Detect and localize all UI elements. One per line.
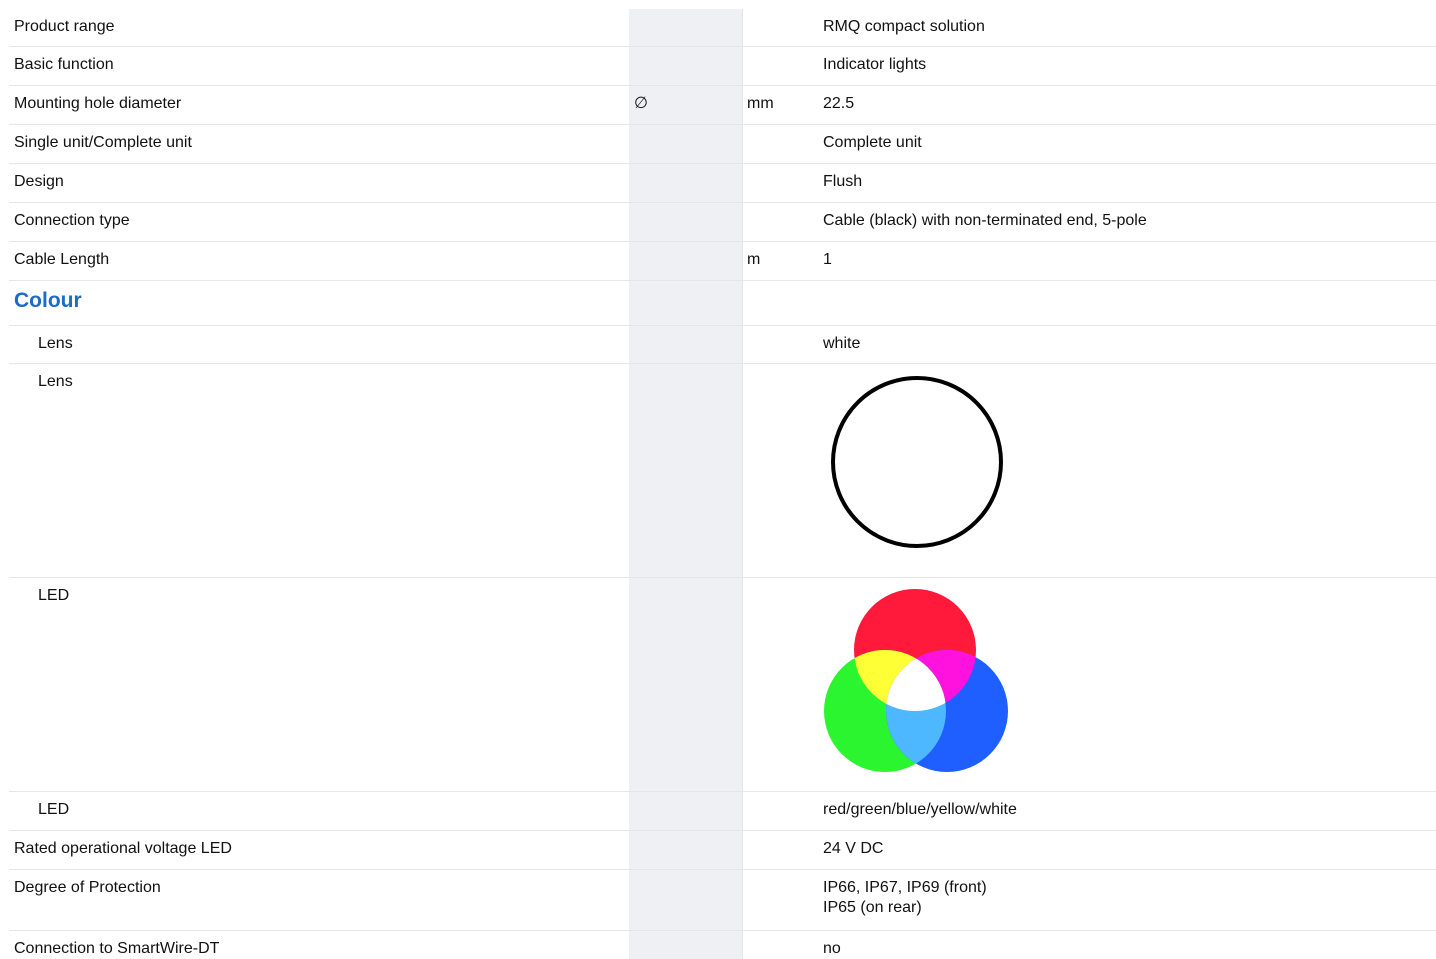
row-value: Complete unit [823,134,922,151]
row-unit: m [747,251,761,268]
row-label: Single unit/Complete unit [14,134,192,151]
table-row: Lens white [9,326,1436,364]
rgb-venn-icon [824,589,1008,772]
table-row: Connection type Cable (black) with non-t… [9,203,1436,242]
colour-heading: Colour [14,289,82,312]
row-unit: mm [747,95,774,112]
row-value: 22.5 [823,95,855,112]
white-circle-icon [831,376,1003,548]
row-label: Cable Length [14,251,110,268]
row-value: RMQ compact solution [823,18,985,35]
table-row: Degree of Protection IP66, IP67, IP69 (f… [9,870,1436,931]
row-value: white [823,335,861,352]
row-value: no [823,940,841,957]
product-datasheet: Product range RMQ compact solution Basic… [0,0,1436,959]
table-row: Cable Length m 1 [9,242,1436,281]
row-value: Indicator lights [823,56,927,73]
row-label: Connection to SmartWire-DT [14,940,220,957]
row-label: Rated operational voltage LED [14,840,232,857]
row-label: Mounting hole diameter [14,95,182,112]
row-label: Degree of Protection [14,879,161,896]
row-value: Cable (black) with non-terminated end, 5… [823,212,1147,229]
row-label: Lens [38,373,73,390]
value-line: IP66, IP67, IP69 (front) [823,879,987,896]
row-label: Lens [38,335,73,352]
table-row: Single unit/Complete unit Complete unit [9,125,1436,164]
section-heading-row: Colour [9,281,1436,326]
row-label: Connection type [14,212,130,229]
table-row: Product range RMQ compact solution [9,9,1436,47]
spec-table: Product range RMQ compact solution Basic… [9,9,1436,959]
row-value: IP66, IP67, IP69 (front) IP65 (on rear) [823,878,987,918]
row-label: LED [38,587,70,604]
row-label: Design [14,173,64,190]
table-row: Rated operational voltage LED 24 V DC [9,831,1436,870]
table-row: Mounting hole diameter ∅ mm 22.5 [9,86,1436,125]
table-row: LED [9,578,1436,792]
row-value: red/green/blue/yellow/white [823,801,1017,818]
table-row: Basic function Indicator lights [9,47,1436,86]
table-row: LED red/green/blue/yellow/white [9,792,1436,831]
row-label: Basic function [14,56,114,73]
diameter-symbol: ∅ [634,95,648,112]
row-value: Flush [823,173,863,190]
row-label: Product range [14,18,115,35]
value-line: IP65 (on rear) [823,899,922,916]
table-row: Design Flush [9,164,1436,203]
row-value: 24 V DC [823,840,884,857]
table-row: Connection to SmartWire-DT no [9,931,1436,959]
row-value: 1 [823,251,832,268]
row-label: LED [38,801,70,818]
table-row: Lens [9,364,1436,578]
